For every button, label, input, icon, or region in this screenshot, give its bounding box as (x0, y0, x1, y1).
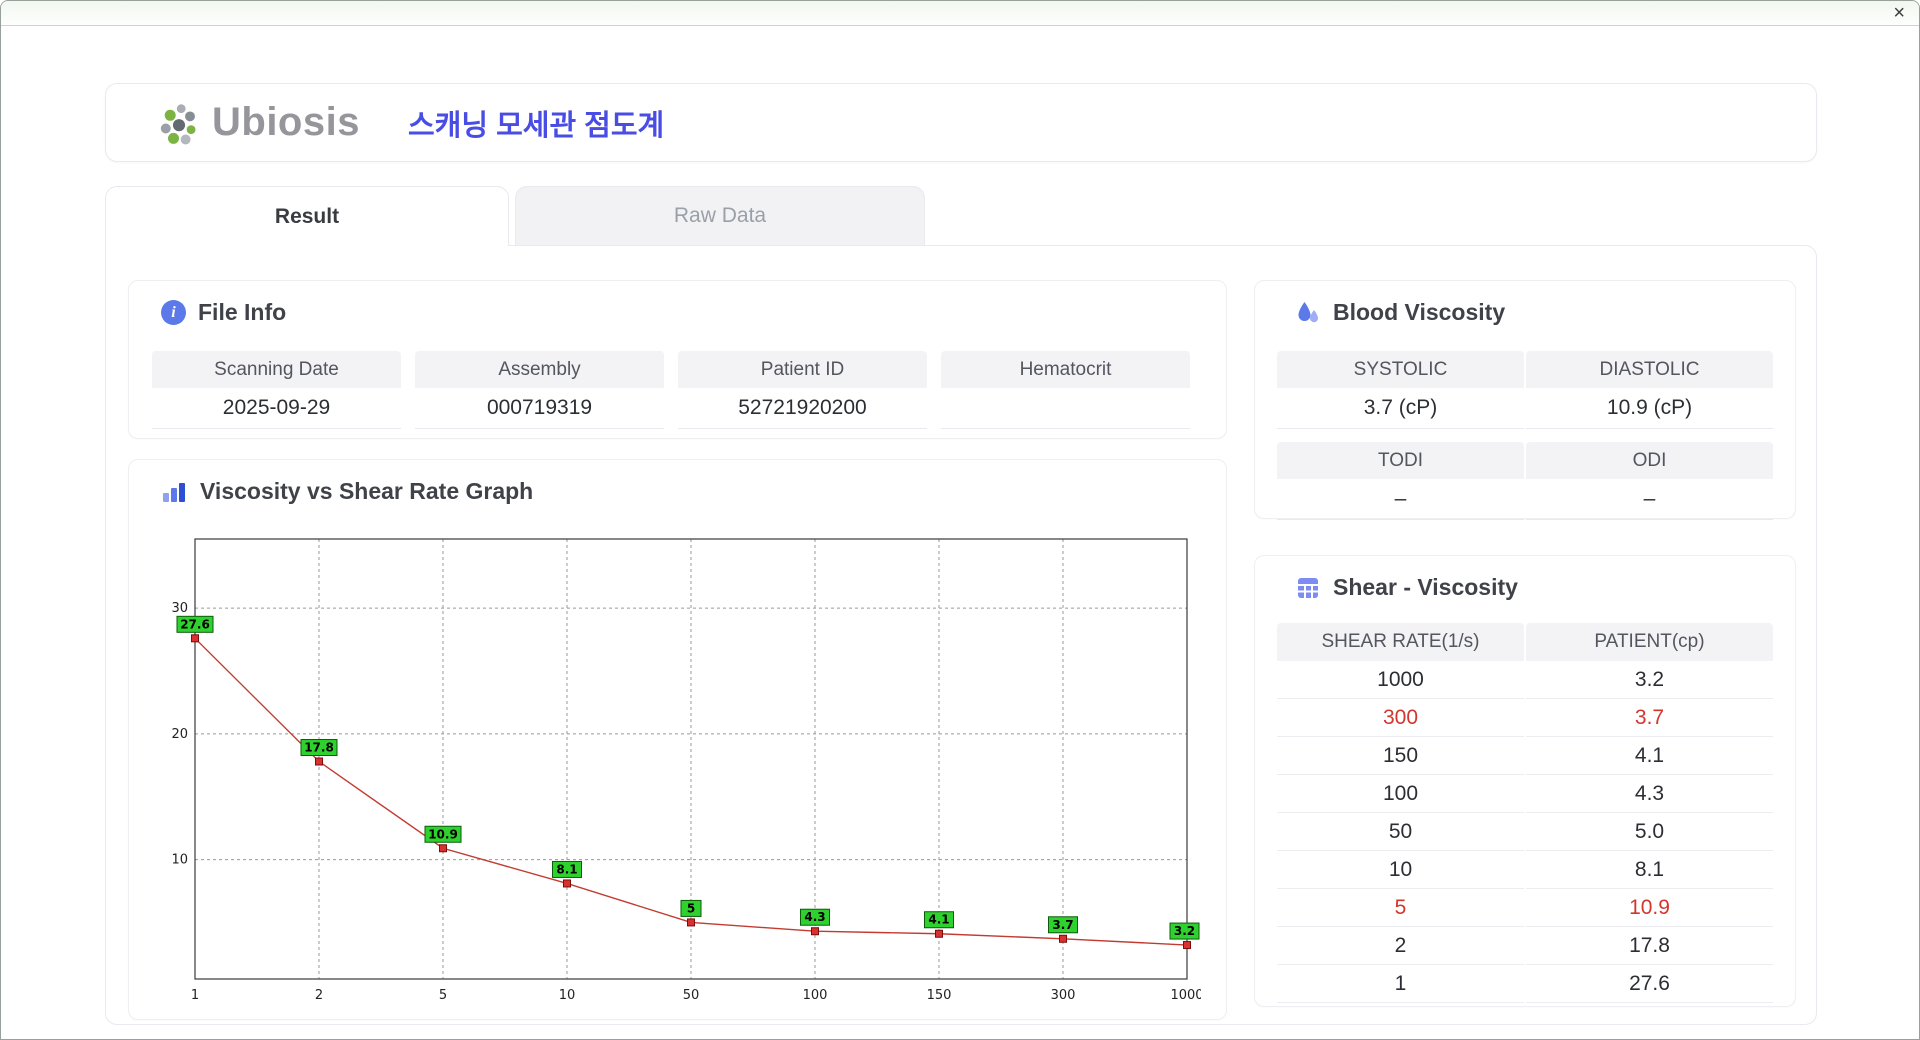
field-value: 2025-09-29 (152, 388, 401, 429)
blood-viscosity-title-row: Blood Viscosity (1255, 281, 1795, 326)
close-icon[interactable]: × (1893, 1, 1905, 25)
tab-result[interactable]: Result (105, 186, 509, 246)
shear-table-body: 1000 3.2 300 3.7 150 4.1 100 4.3 50 5.0 10 8.1 5 10.9… (1277, 661, 1773, 1003)
file-info-fields: Scanning Date 2025-09-29 Assembly 000719319… (129, 326, 1226, 429)
svg-text:4.3: 4.3 (804, 910, 825, 924)
bar-chart-icon (163, 482, 185, 502)
file-info-field: Patient ID 52721920200 (678, 351, 927, 429)
droplets-icon (1298, 301, 1318, 322)
shear-rate-cell: 100 (1277, 775, 1524, 813)
info-icon: i (161, 300, 186, 325)
shear-table: SHEAR RATE(1/s) PATIENT(cp) 1000 3.2 300 3.… (1277, 623, 1773, 1003)
svg-text:1: 1 (191, 988, 199, 1003)
patient-value-cell: 8.1 (1526, 851, 1773, 889)
file-info-title: File Info (198, 299, 287, 325)
shear-viscosity-card: Shear - Viscosity SHEAR RATE(1/s) PATIEN… (1254, 555, 1796, 1007)
blood-viscosity-title: Blood Viscosity (1333, 299, 1506, 325)
file-info-field: Assembly 000719319 (415, 351, 664, 429)
field-label: Scanning Date (152, 351, 401, 388)
table-icon (1298, 577, 1318, 598)
app-title: 스캐닝 모세관 점도계 (407, 109, 665, 142)
odi-header: ODI (1526, 442, 1773, 479)
graph-title-row: Viscosity vs Shear Rate Graph (129, 460, 1226, 505)
patient-value-cell: 3.7 (1526, 699, 1773, 737)
field-value: 52721920200 (678, 388, 927, 429)
svg-text:100: 100 (803, 988, 828, 1003)
odi-value: – (1526, 479, 1773, 520)
svg-text:10: 10 (559, 988, 576, 1003)
viscosity-chart: 10 20 30 1 2 5 10 50 100 150 300 1000 27.6 17.8 10.9 8.… (171, 538, 1201, 1003)
patient-value-cell: 17.8 (1526, 927, 1773, 965)
patient-value-cell: 5.0 (1526, 813, 1773, 851)
shear-rate-cell: 10 (1277, 851, 1524, 889)
shear-viscosity-title: Shear - Viscosity (1333, 574, 1518, 600)
shear-rate-cell: 300 (1277, 699, 1524, 737)
logo-text: Ubiosis (212, 100, 360, 144)
svg-text:27.6: 27.6 (180, 617, 210, 631)
tab-raw-data[interactable]: Raw Data (515, 186, 925, 245)
shear-rate-cell: 1000 (1277, 661, 1524, 699)
patient-value-cell: 4.1 (1526, 737, 1773, 775)
field-label: Patient ID (678, 351, 927, 388)
svg-text:50: 50 (683, 988, 700, 1003)
app-window: × Ubiosis 스캐닝 모세관 점도계 Result Raw Data i … (0, 0, 1920, 1040)
diastolic-value: 10.9 (cP) (1526, 388, 1773, 429)
app-header: Ubiosis 스캐닝 모세관 점도계 (105, 83, 1817, 162)
patient-value-cell: 3.2 (1526, 661, 1773, 699)
field-value (941, 388, 1190, 429)
todi-header: TODI (1277, 442, 1524, 479)
window-titlebar: × (1, 1, 1919, 26)
shear-rate-cell: 1 (1277, 965, 1524, 1003)
ubiosis-logo: Ubiosis (156, 100, 360, 145)
field-value: 000719319 (415, 388, 664, 429)
tab-bar: Result Raw Data (105, 186, 925, 246)
svg-text:5: 5 (687, 901, 695, 915)
systolic-header: SYSTOLIC (1277, 351, 1524, 388)
svg-text:10.9: 10.9 (428, 827, 458, 841)
svg-text:17.8: 17.8 (304, 741, 334, 755)
svg-text:3.7: 3.7 (1052, 918, 1073, 932)
svg-text:150: 150 (927, 988, 952, 1003)
field-label: Hematocrit (941, 351, 1190, 388)
file-info-field: Scanning Date 2025-09-29 (152, 351, 401, 429)
shear-rate-column-header: SHEAR RATE(1/s) (1277, 623, 1524, 661)
file-info-field: Hematocrit (941, 351, 1190, 429)
blood-viscosity-grid: SYSTOLIC DIASTOLIC 3.7 (cP) 10.9 (cP) TO… (1277, 351, 1773, 520)
blood-viscosity-card: Blood Viscosity SYSTOLIC DIASTOLIC 3.7 (… (1254, 280, 1796, 520)
svg-text:20: 20 (171, 727, 188, 742)
page: Ubiosis 스캐닝 모세관 점도계 Result Raw Data i Fi… (1, 27, 1919, 1039)
shear-rate-cell: 2 (1277, 927, 1524, 965)
svg-text:1000: 1000 (1170, 988, 1201, 1003)
shear-rate-cell: 150 (1277, 737, 1524, 775)
svg-text:5: 5 (439, 988, 447, 1003)
patient-column-header: PATIENT(cp) (1526, 623, 1773, 661)
graph-card: Viscosity vs Shear Rate Graph 10 20 30 1 2 5 1… (128, 459, 1227, 1020)
svg-text:3.2: 3.2 (1174, 924, 1195, 938)
svg-text:300: 300 (1051, 988, 1076, 1003)
svg-text:2: 2 (315, 988, 323, 1003)
svg-text:8.1: 8.1 (556, 862, 577, 876)
svg-text:30: 30 (171, 601, 188, 616)
patient-value-cell: 27.6 (1526, 965, 1773, 1003)
svg-text:4.1: 4.1 (928, 913, 949, 927)
diastolic-header: DIASTOLIC (1526, 351, 1773, 388)
shear-rate-cell: 5 (1277, 889, 1524, 927)
patient-value-cell: 4.3 (1526, 775, 1773, 813)
shear-rate-cell: 50 (1277, 813, 1524, 851)
shear-viscosity-title-row: Shear - Viscosity (1255, 556, 1795, 601)
ubiosis-logo-icon (160, 103, 196, 144)
svg-text:10: 10 (171, 853, 188, 868)
todi-value: – (1277, 479, 1524, 520)
shear-table-header: SHEAR RATE(1/s) PATIENT(cp) (1277, 623, 1773, 661)
graph-title: Viscosity vs Shear Rate Graph (200, 478, 534, 504)
content-panel: i File Info Scanning Date 2025-09-29 Assem… (105, 245, 1817, 1025)
systolic-value: 3.7 (cP) (1277, 388, 1524, 429)
patient-value-cell: 10.9 (1526, 889, 1773, 927)
field-label: Assembly (415, 351, 664, 388)
file-info-title-row: i File Info (129, 281, 1226, 326)
file-info-card: i File Info Scanning Date 2025-09-29 Assem… (128, 280, 1227, 439)
